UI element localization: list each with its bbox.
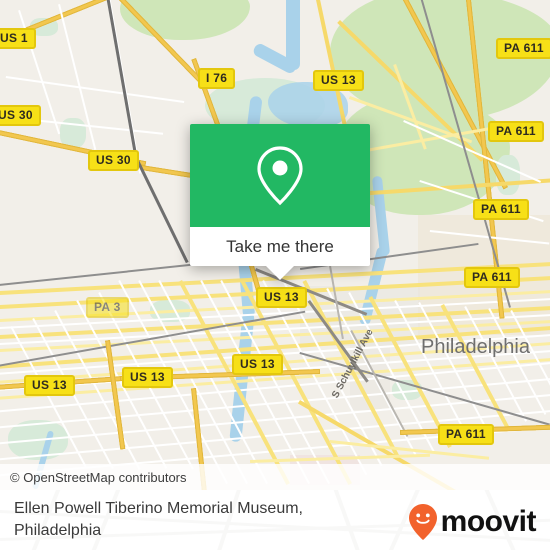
footer-bar: Ellen Powell Tiberino Memorial Museum, P… <box>0 490 550 550</box>
moovit-wordmark: moovit <box>440 505 537 538</box>
callout-pointer <box>266 266 294 280</box>
road-shield-pa-611-5[interactable]: PA 611 <box>438 424 494 445</box>
road-shield-i-76[interactable]: I 76 <box>198 68 236 89</box>
road-shield-pa-611-4[interactable]: PA 611 <box>464 267 520 288</box>
road-shield-pa-3[interactable]: PA 3 <box>86 297 129 318</box>
attribution-text[interactable]: © OpenStreetMap contributors <box>0 470 187 485</box>
moovit-smile-pin-icon <box>408 504 437 540</box>
location-callout-card[interactable]: Take me there <box>190 124 370 280</box>
road-shield-pa-611-3[interactable]: PA 611 <box>473 199 529 220</box>
map-pin-icon <box>257 145 303 205</box>
road-shield-us-13-west[interactable]: US 13 <box>24 375 75 396</box>
place-title-line1: Ellen Powell Tiberino Memorial Museum, <box>14 500 303 517</box>
road-shield-us-1[interactable]: US 1 <box>0 28 36 49</box>
road-shield-us-13-north[interactable]: US 13 <box>313 70 364 91</box>
moovit-logo[interactable]: moovit <box>408 503 537 541</box>
road-shield-us-13-center[interactable]: US 13 <box>256 287 307 308</box>
map-canvas[interactable]: S Schuylkill Ave Philadelphia US 1 US 30… <box>0 0 550 490</box>
road-shield-us-30-west[interactable]: US 30 <box>0 105 41 126</box>
take-me-there-label: Take me there <box>226 236 334 256</box>
road-shield-us-13-southwest[interactable]: US 13 <box>122 367 173 388</box>
map-attribution-bar: © OpenStreetMap contributors <box>0 464 550 490</box>
road-shield-us-13-south[interactable]: US 13 <box>232 354 283 375</box>
road-shield-us-30-center[interactable]: US 30 <box>88 150 139 171</box>
road-shield-pa-611-1[interactable]: PA 611 <box>496 38 550 59</box>
place-title-line2: Philadelphia <box>14 522 102 539</box>
road-shield-pa-611-2[interactable]: PA 611 <box>488 121 544 142</box>
screenshot-root: S Schuylkill Ave Philadelphia US 1 US 30… <box>0 0 550 550</box>
place-title: Ellen Powell Tiberino Memorial Museum, P… <box>14 498 404 542</box>
take-me-there-button[interactable]: Take me there <box>190 227 370 266</box>
callout-header <box>190 124 370 227</box>
city-label-philadelphia: Philadelphia <box>421 336 530 358</box>
